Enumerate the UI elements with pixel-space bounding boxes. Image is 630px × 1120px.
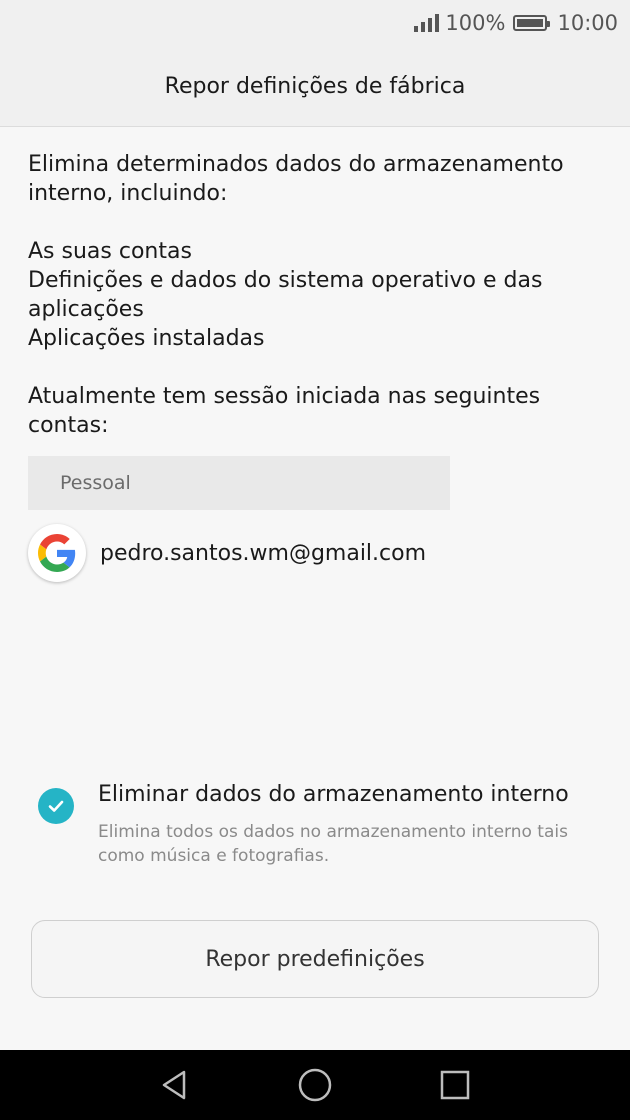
back-icon — [162, 1070, 186, 1100]
section-label: Pessoal — [60, 472, 131, 494]
signal-icon — [414, 14, 440, 32]
account-row: pedro.santos.wm@gmail.com — [28, 522, 603, 584]
reset-button[interactable]: Repor predefinições — [31, 920, 599, 998]
recents-button[interactable] — [385, 1050, 525, 1120]
erase-internal-storage-option[interactable]: Eliminar dados do armazenamento interno … — [28, 776, 603, 876]
accounts-intro-text: Atualmente tem sessão iniciada nas segui… — [28, 384, 541, 438]
option-title: Eliminar dados do armazenamento interno — [98, 782, 569, 807]
battery-percent: 100% — [445, 11, 506, 35]
option-text: Eliminar dados do armazenamento interno … — [98, 776, 603, 876]
google-logo-icon — [28, 524, 86, 582]
description-text: Elimina determinados dados do armazename… — [28, 150, 603, 440]
account-section-header: Pessoal — [28, 456, 450, 510]
checkbox-checked-icon[interactable] — [38, 788, 74, 824]
back-button[interactable] — [105, 1050, 245, 1120]
home-button[interactable] — [245, 1050, 385, 1120]
list-item: Aplicações instaladas — [28, 326, 265, 351]
list-item: As suas contas — [28, 239, 192, 264]
navigation-bar — [0, 1050, 630, 1120]
account-email: pedro.santos.wm@gmail.com — [100, 540, 427, 566]
status-bar: 100% 10:00 — [0, 0, 630, 46]
title-bar: Repor definições de fábrica — [0, 46, 630, 127]
battery-icon — [513, 15, 551, 31]
intro-text: Elimina determinados dados do armazename… — [28, 152, 564, 206]
option-description: Elimina todos os dados no armazenamento … — [98, 822, 568, 866]
home-icon — [298, 1068, 332, 1102]
list-item: Definições e dados do sistema operativo … — [28, 268, 543, 322]
recents-icon — [440, 1070, 470, 1100]
clock: 10:00 — [557, 11, 618, 35]
page-title: Repor definições de fábrica — [164, 73, 466, 99]
reset-button-label: Repor predefinições — [205, 946, 425, 972]
